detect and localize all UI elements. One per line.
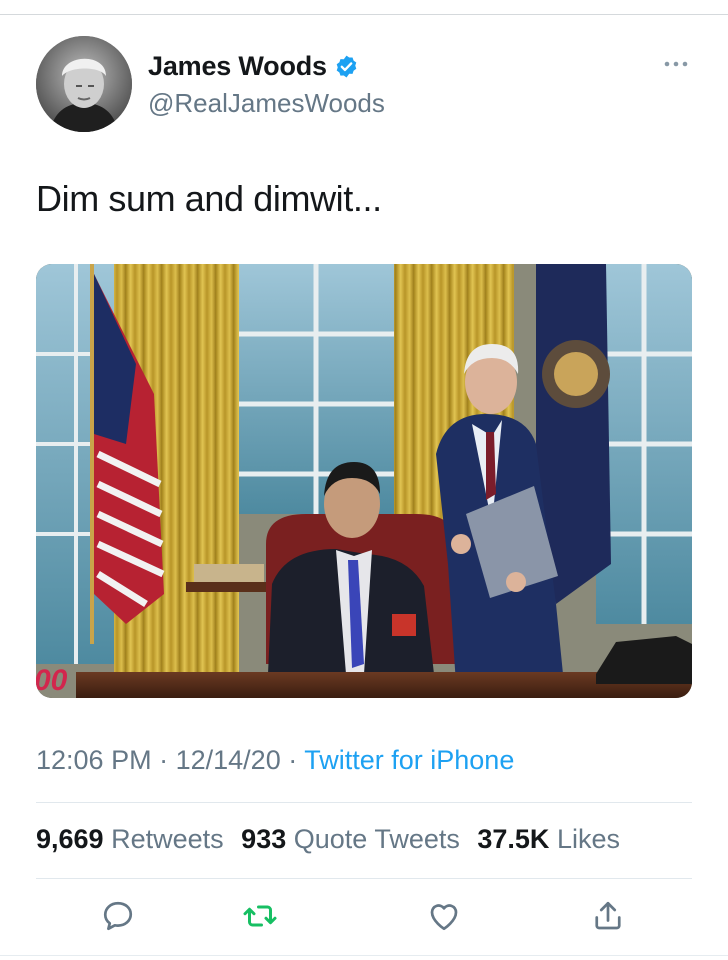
likes-stat[interactable]: 37.5K Likes	[477, 824, 620, 854]
office-scene-illustration: 00	[36, 264, 692, 698]
tweet-date[interactable]: 12/14/20	[176, 745, 281, 775]
tweet-actions-bar	[36, 892, 692, 942]
media-overlay-text: 00	[36, 664, 68, 697]
like-icon[interactable]	[426, 898, 462, 934]
share-icon[interactable]	[590, 898, 626, 934]
meta-separator: ·	[159, 745, 169, 775]
quote-tweets-count: 933	[241, 824, 287, 854]
retweet-icon[interactable]	[242, 898, 278, 934]
meta-separator: ·	[288, 745, 298, 775]
name-row: James Woods	[148, 51, 359, 82]
retweets-label: Retweets	[111, 824, 224, 854]
tweet-time[interactable]: 12:06 PM	[36, 745, 152, 775]
bottom-divider	[0, 955, 728, 956]
verified-badge-icon	[334, 54, 359, 79]
tweet-text: Dim sum and dimwit...	[36, 178, 382, 219]
avatar-photo	[36, 36, 132, 132]
retweets-count: 9,669	[36, 824, 104, 854]
display-name[interactable]: James Woods	[148, 51, 327, 82]
divider	[36, 802, 692, 803]
retweets-stat[interactable]: 9,669 Retweets	[36, 824, 224, 854]
tweet-metadata: 12:06 PM · 12/14/20 · Twitter for iPhone	[36, 745, 514, 776]
tweet-media-image[interactable]: 00	[36, 264, 692, 698]
tweet-source-link[interactable]: Twitter for iPhone	[304, 745, 514, 775]
reply-icon[interactable]	[100, 898, 136, 934]
more-options-icon[interactable]	[664, 60, 688, 68]
quote-tweets-stat[interactable]: 933 Quote Tweets	[241, 824, 460, 854]
author-handle[interactable]: @RealJamesWoods	[148, 88, 385, 119]
avatar[interactable]	[36, 36, 132, 132]
divider	[36, 878, 692, 879]
top-divider	[0, 14, 728, 15]
likes-label: Likes	[556, 824, 620, 854]
likes-count: 37.5K	[477, 824, 550, 854]
engagement-stats: 9,669 Retweets 933 Quote Tweets 37.5K Li…	[36, 824, 630, 855]
quote-tweets-label: Quote Tweets	[293, 824, 460, 854]
